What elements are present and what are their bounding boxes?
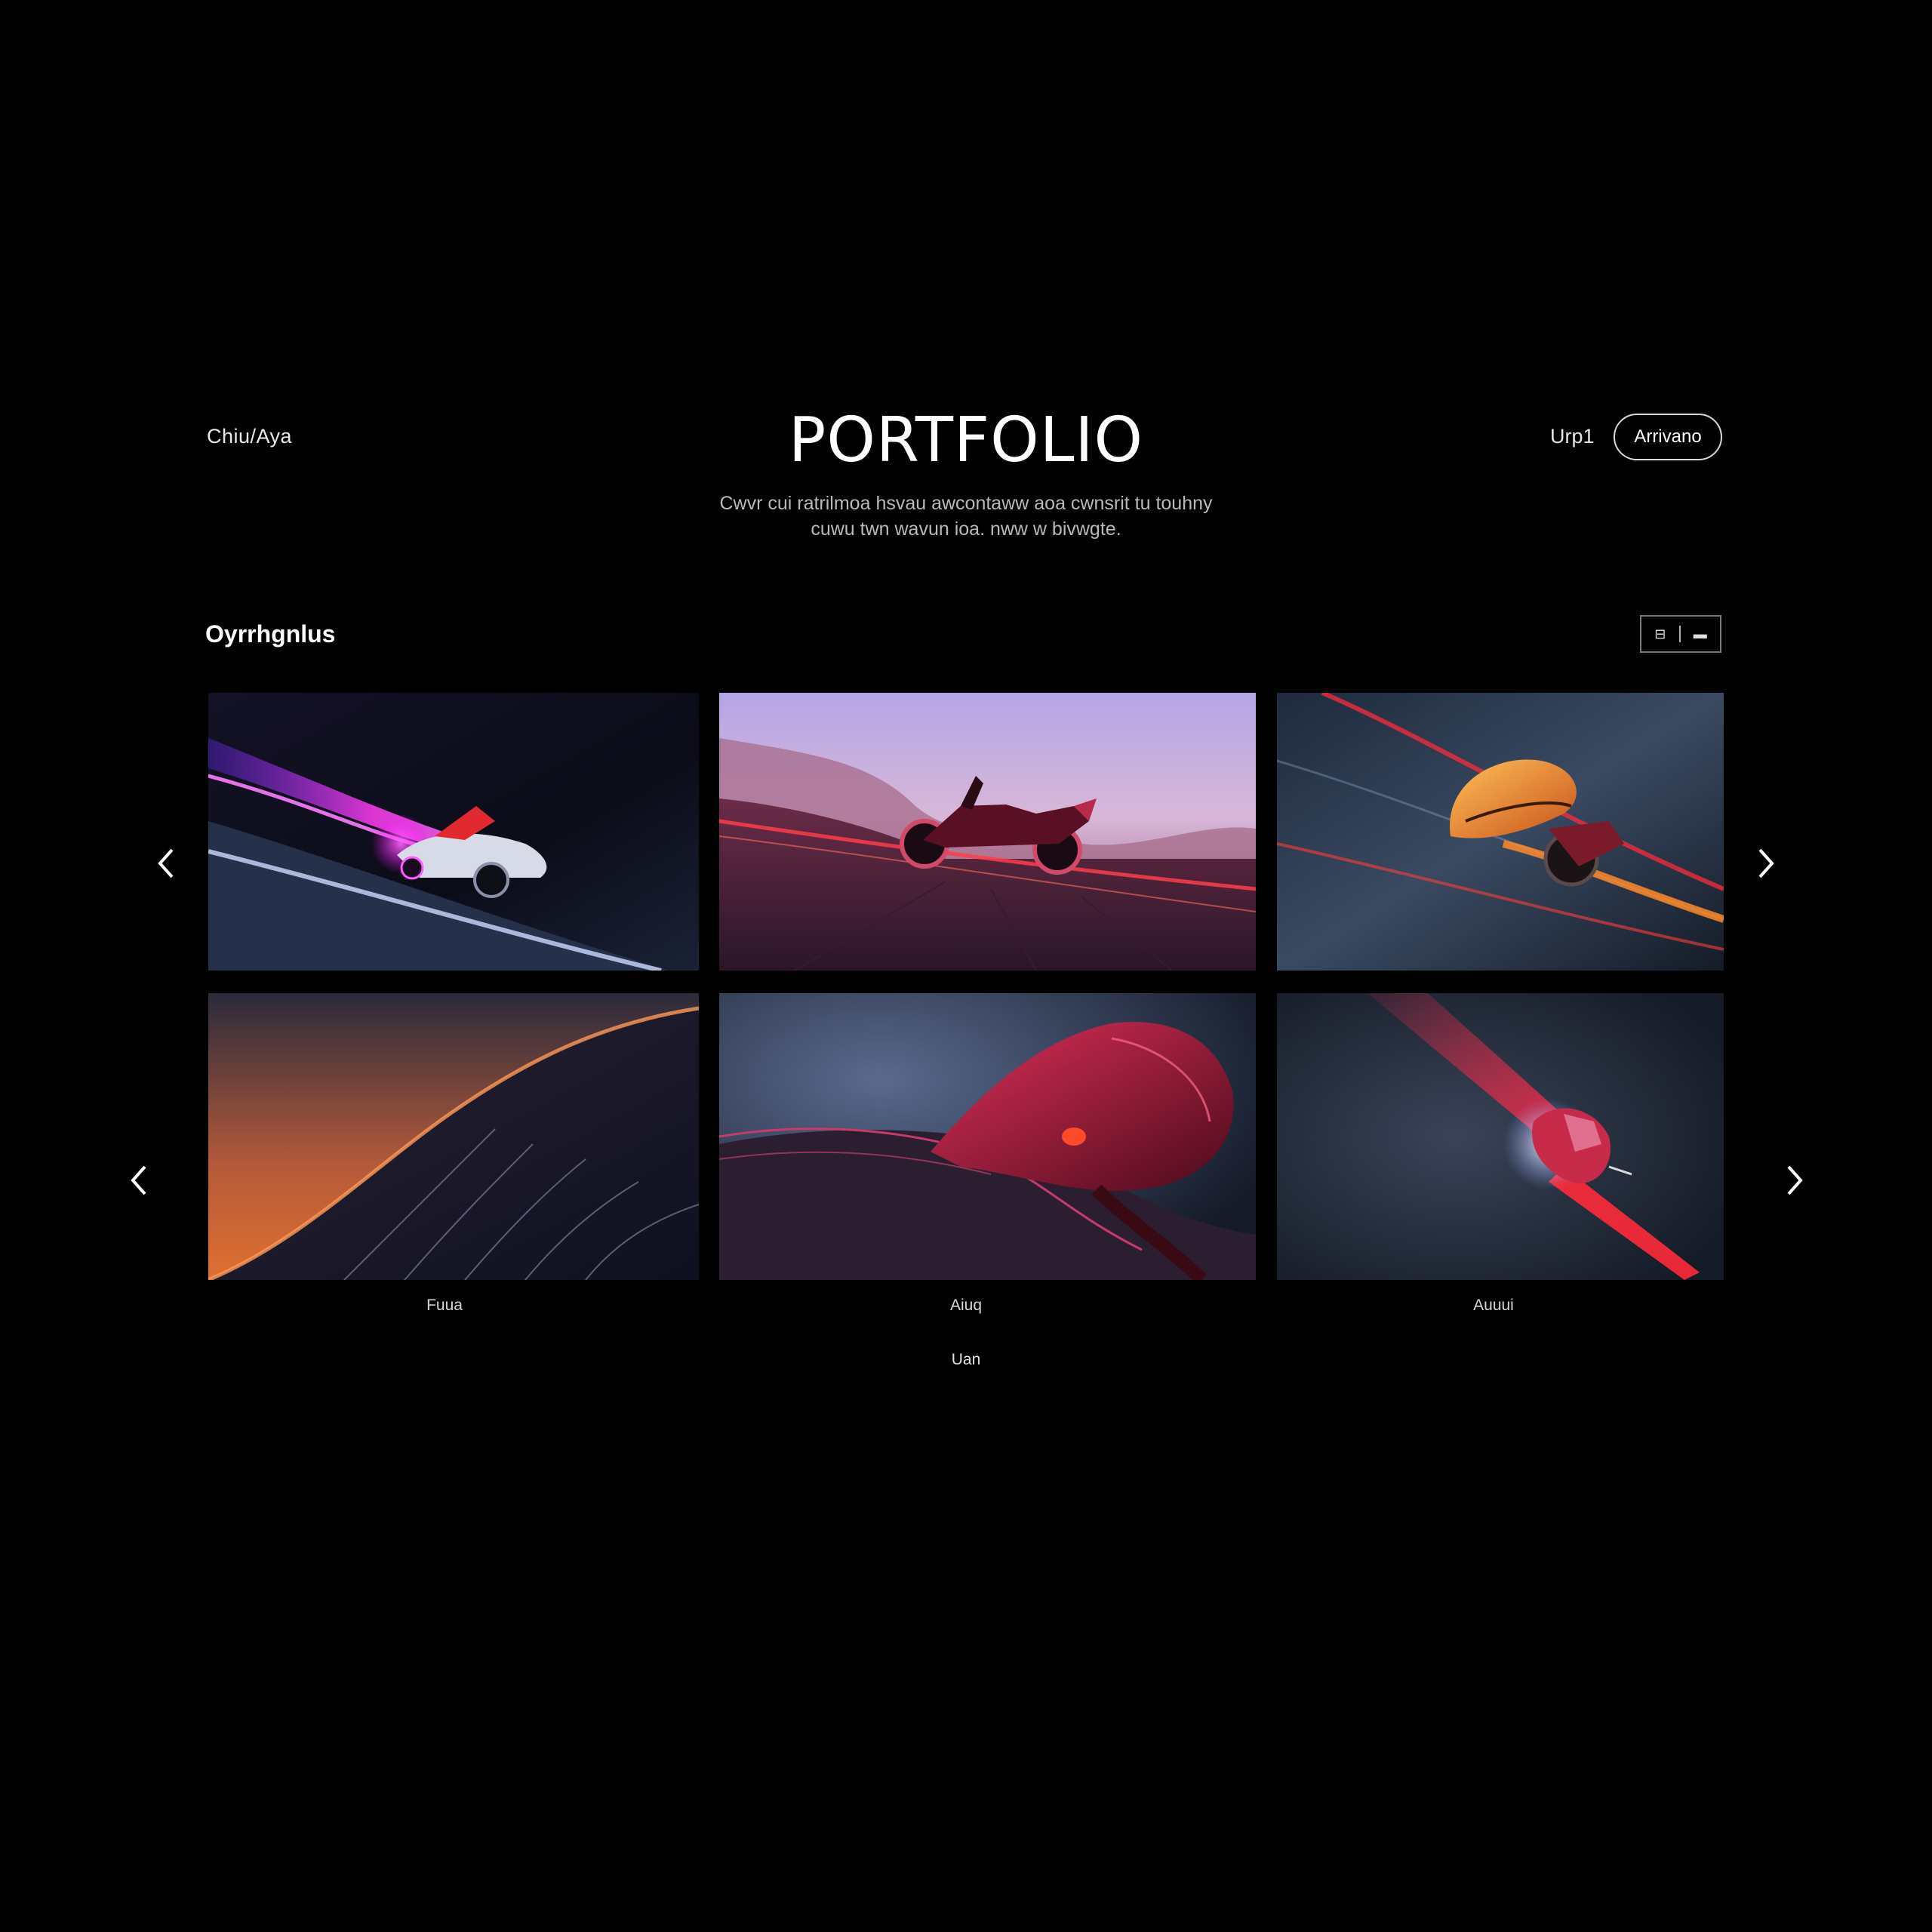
gallery-caption: Fuua (426, 1297, 463, 1314)
list-view-icon[interactable]: ▬ (1694, 626, 1707, 642)
grid-view-icon[interactable]: ⊟ (1654, 626, 1666, 642)
next-arrow-icon[interactable] (1749, 841, 1783, 886)
subtitle-line-2: cuwu twn wavun ioa. nww w bivwgte. (811, 518, 1121, 540)
subtitle-line-1: Cwvr cui ratrilmoa hsvau awcontaww aoa c… (719, 493, 1213, 514)
page-subtitle: Cwvr cui ratrilmoa hsvau awcontaww aoa c… (664, 491, 1268, 542)
gallery-caption: Aiuq (949, 1297, 983, 1314)
gallery-image-orange-horizon-waves[interactable] (208, 993, 699, 1280)
toggle-divider (1678, 626, 1681, 642)
gallery-image-crimson-sculpture[interactable] (719, 993, 1256, 1280)
section-heading: Oyrrhgnlus (205, 620, 336, 648)
gallery-image-orange-helmet-rider[interactable] (1277, 693, 1724, 971)
prev-arrow-icon[interactable] (149, 841, 183, 886)
view-toggle[interactable]: ⊟ ▬ (1640, 615, 1721, 653)
next-arrow-icon[interactable] (1778, 1158, 1811, 1203)
portfolio-page: Chiu/Aya PORTFOLIO Urp1 Arrivano Cwvr cu… (0, 0, 1932, 1932)
footer-link[interactable]: Uan (891, 1351, 1041, 1369)
gallery-image-motorcycle-desert-dusk[interactable] (719, 693, 1256, 971)
gallery-caption: Auuui (1473, 1297, 1514, 1314)
gallery-image-red-beam-rider[interactable] (1277, 993, 1724, 1280)
nav-cta-button[interactable]: Arrivano (1614, 414, 1722, 460)
nav-link[interactable]: Urp1 (1550, 425, 1595, 448)
prev-arrow-icon[interactable] (122, 1158, 155, 1203)
gallery-image-purple-streak-car[interactable] (208, 693, 699, 971)
